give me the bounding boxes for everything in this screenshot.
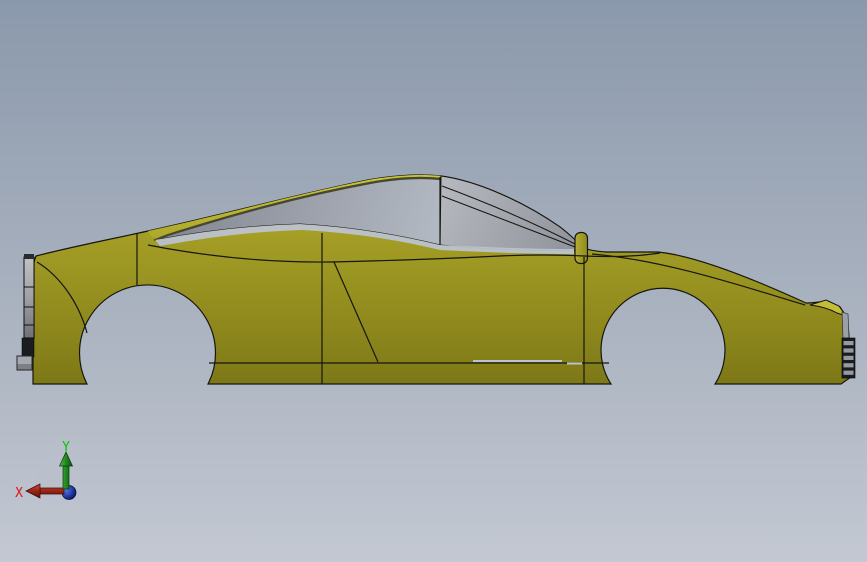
car-model[interactable] xyxy=(16,174,856,385)
rear-gray-sliver xyxy=(841,311,850,339)
cad-viewport[interactable]: X Y xyxy=(0,0,867,562)
viewport-scene: X Y xyxy=(15,174,856,501)
orientation-triad: X Y xyxy=(15,440,77,501)
b-pillar-post[interactable] xyxy=(574,231,589,265)
y-axis-label: Y xyxy=(62,440,70,455)
x-axis-label: X xyxy=(15,486,23,501)
front-bumper-block[interactable] xyxy=(21,337,35,358)
front-lower-step-shadow xyxy=(17,364,32,370)
rear-vent-slats[interactable] xyxy=(841,337,856,379)
front-grille-assembly[interactable] xyxy=(16,254,35,371)
front-grille-cap xyxy=(24,254,34,259)
front-grille-strip[interactable] xyxy=(23,256,35,339)
